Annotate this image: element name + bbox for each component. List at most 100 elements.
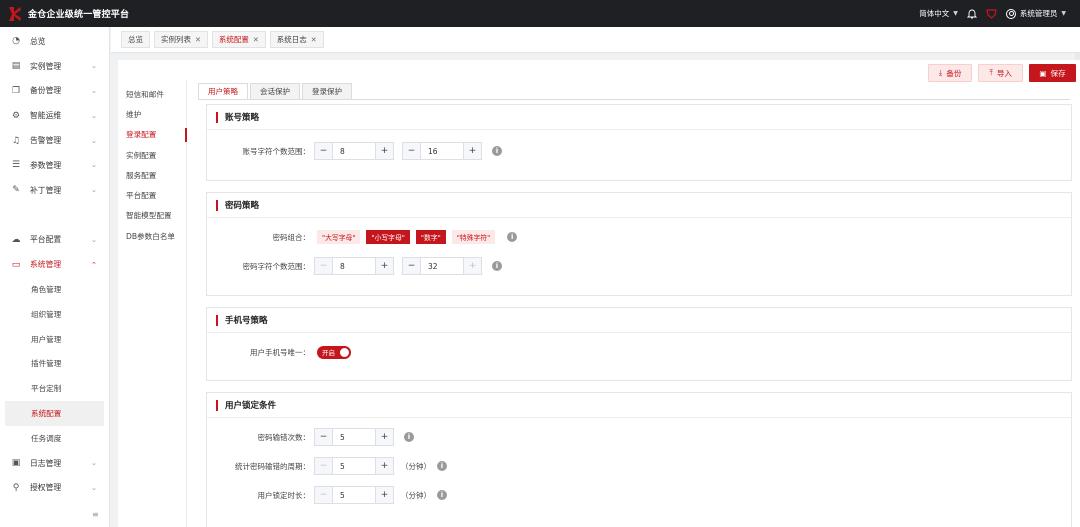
- sidebar-item-overview[interactable]: ◔ 总览: [0, 29, 109, 54]
- minus-icon[interactable]: −: [315, 429, 332, 445]
- sidebar-subitem-plugins[interactable]: 插件管理: [0, 352, 109, 377]
- sidebar-item-instances[interactable]: ▤ 实例管理 ⌄: [0, 54, 109, 79]
- sidebar-item-backup[interactable]: ❐ 备份管理 ⌄: [0, 79, 109, 104]
- minus-icon[interactable]: −: [315, 487, 332, 503]
- info-icon[interactable]: i: [507, 232, 518, 242]
- stepper-value[interactable]: 5: [332, 487, 376, 503]
- sidebar-item-label: 备份管理: [30, 86, 62, 96]
- close-icon[interactable]: ✕: [195, 36, 201, 44]
- settings-scroll-area: 账号策略 账号字符个数范围： − 8 + − 16 + i 密码策略 密码组合：…: [206, 104, 1072, 527]
- account-min-stepper[interactable]: − 8 +: [314, 142, 394, 160]
- bell-icon[interactable]: [966, 9, 977, 19]
- stepper-value[interactable]: 8: [332, 258, 376, 274]
- plus-icon[interactable]: +: [376, 487, 393, 503]
- tab-instance-list[interactable]: 实例列表 ✕: [154, 31, 208, 48]
- sidebar-item-params[interactable]: ☰ 参数管理 ⌄: [0, 153, 109, 178]
- sidebar-item-system[interactable]: ▭ 系统管理 ⌃: [0, 252, 109, 277]
- minus-icon[interactable]: −: [403, 143, 420, 159]
- plus-icon[interactable]: +: [464, 143, 481, 159]
- import-button[interactable]: ⤒ 导入: [978, 64, 1023, 82]
- tab-overview[interactable]: 总览: [121, 31, 150, 48]
- sidebar-item-alerts[interactable]: ♫ 告警管理 ⌄: [0, 128, 109, 153]
- subnav-sms-email[interactable]: 短信和邮件: [118, 84, 186, 104]
- user-icon: [1005, 8, 1016, 19]
- chevron-down-icon: ⌄: [91, 136, 97, 145]
- info-icon[interactable]: i: [437, 490, 447, 500]
- phone-unique-row: 用户手机号唯一： 开启: [207, 343, 351, 361]
- minus-icon[interactable]: −: [315, 143, 332, 159]
- user-menu[interactable]: 系统管理员 ▼: [1005, 8, 1066, 19]
- language-label: 简体中文: [919, 9, 950, 18]
- plus-icon[interactable]: +: [376, 143, 393, 159]
- inner-tabs: 用户策略 会话保护 登录保护: [198, 83, 352, 100]
- chevron-down-icon: ⌄: [91, 86, 97, 95]
- sidebar-item-license[interactable]: ⚲ 授权管理 ⌄: [0, 476, 109, 501]
- section-header: 账号策略: [207, 105, 1071, 130]
- error-count-stepper[interactable]: − 5 +: [314, 428, 394, 446]
- plus-icon[interactable]: +: [464, 258, 481, 274]
- subnav-ai-model-config[interactable]: 智能模型配置: [118, 206, 186, 226]
- sidebar-subitem-customize[interactable]: 平台定制: [0, 376, 109, 401]
- bell-icon: ♫: [11, 135, 21, 146]
- close-icon[interactable]: ✕: [253, 36, 259, 44]
- tag-lowercase[interactable]: "小写字母": [366, 230, 410, 244]
- stepper-value[interactable]: 8: [332, 143, 376, 159]
- info-icon[interactable]: i: [492, 146, 502, 156]
- sidebar-item-ops[interactable]: ⚙ 智能运维 ⌄: [0, 103, 109, 128]
- info-icon[interactable]: i: [437, 461, 447, 471]
- minus-icon[interactable]: −: [315, 458, 332, 474]
- lock-duration-stepper[interactable]: − 5 +: [314, 486, 394, 504]
- password-max-stepper[interactable]: − 32 +: [402, 257, 482, 275]
- subnav-platform-config[interactable]: 平台配置: [118, 185, 186, 205]
- minus-icon[interactable]: −: [403, 258, 420, 274]
- close-icon[interactable]: ✕: [311, 36, 317, 44]
- archive-icon: ▣: [11, 458, 21, 469]
- tab-session-protection[interactable]: 会话保护: [250, 83, 300, 100]
- tab-system-config[interactable]: 系统配置 ✕: [211, 31, 266, 48]
- tag-digits[interactable]: "数字": [415, 230, 446, 244]
- stepper-value[interactable]: 5: [332, 458, 376, 474]
- tab-system-log[interactable]: 系统日志 ✕: [269, 31, 324, 48]
- stepper-value[interactable]: 5: [332, 429, 376, 445]
- save-button[interactable]: ▣ 保存: [1029, 64, 1076, 82]
- plus-icon[interactable]: +: [376, 458, 393, 474]
- phone-unique-toggle[interactable]: 开启: [317, 345, 351, 359]
- language-selector[interactable]: 简体中文 ▼: [919, 8, 958, 19]
- tab-user-policy[interactable]: 用户策略: [198, 83, 248, 100]
- sidebar-subitem-org[interactable]: 组织管理: [0, 302, 109, 327]
- subnav-service-config[interactable]: 服务配置: [118, 165, 186, 185]
- info-icon[interactable]: i: [404, 432, 414, 442]
- import-label: 导入: [996, 68, 1012, 78]
- error-period-stepper[interactable]: − 5 +: [314, 457, 394, 475]
- tag-uppercase[interactable]: "大写字母": [317, 230, 361, 244]
- subnav-db-param-whitelist[interactable]: DB参数白名单: [118, 226, 186, 246]
- tag-special-chars[interactable]: "特殊字符": [451, 230, 496, 244]
- sidebar-subitem-tasks[interactable]: 任务调度: [0, 426, 109, 451]
- subnav-login-config[interactable]: 登录配置: [118, 125, 187, 145]
- password-min-stepper[interactable]: − 8 +: [314, 257, 394, 275]
- copy-icon: ❐: [11, 85, 21, 96]
- tab-label: 实例列表: [161, 35, 191, 44]
- subnav-instance-config[interactable]: 实例配置: [118, 145, 186, 165]
- stepper-value[interactable]: 16: [420, 143, 464, 159]
- plus-icon[interactable]: +: [376, 429, 393, 445]
- collapse-sidebar-icon[interactable]: ≡: [92, 510, 99, 519]
- subnav-maintenance[interactable]: 维护: [118, 104, 186, 124]
- brand-shield-icon[interactable]: [986, 8, 997, 19]
- plus-icon[interactable]: +: [376, 258, 393, 274]
- backup-button[interactable]: ⤓ 备份: [927, 64, 973, 82]
- minus-icon[interactable]: −: [315, 258, 332, 274]
- info-icon[interactable]: i: [492, 261, 502, 271]
- sidebar-subitem-roles[interactable]: 角色管理: [0, 277, 109, 302]
- sidebar-item-logs[interactable]: ▣ 日志管理 ⌄: [0, 451, 109, 476]
- sidebar-item-platform-config[interactable]: ☁ 平台配置 ⌄: [0, 228, 109, 253]
- action-bar: ⤓ 备份 ⤒ 导入 ▣ 保存: [927, 64, 1076, 82]
- save-label: 保存: [1050, 68, 1066, 78]
- sidebar-subitem-users[interactable]: 用户管理: [0, 327, 109, 352]
- sidebar-item-patches[interactable]: ✎ 补丁管理 ⌄: [0, 178, 109, 203]
- sidebar-subitem-system-config[interactable]: 系统配置: [5, 401, 104, 426]
- tab-login-protection[interactable]: 登录保护: [302, 83, 352, 100]
- chevron-down-icon: ⌄: [91, 186, 97, 195]
- stepper-value[interactable]: 32: [420, 258, 464, 274]
- account-max-stepper[interactable]: − 16 +: [402, 142, 482, 160]
